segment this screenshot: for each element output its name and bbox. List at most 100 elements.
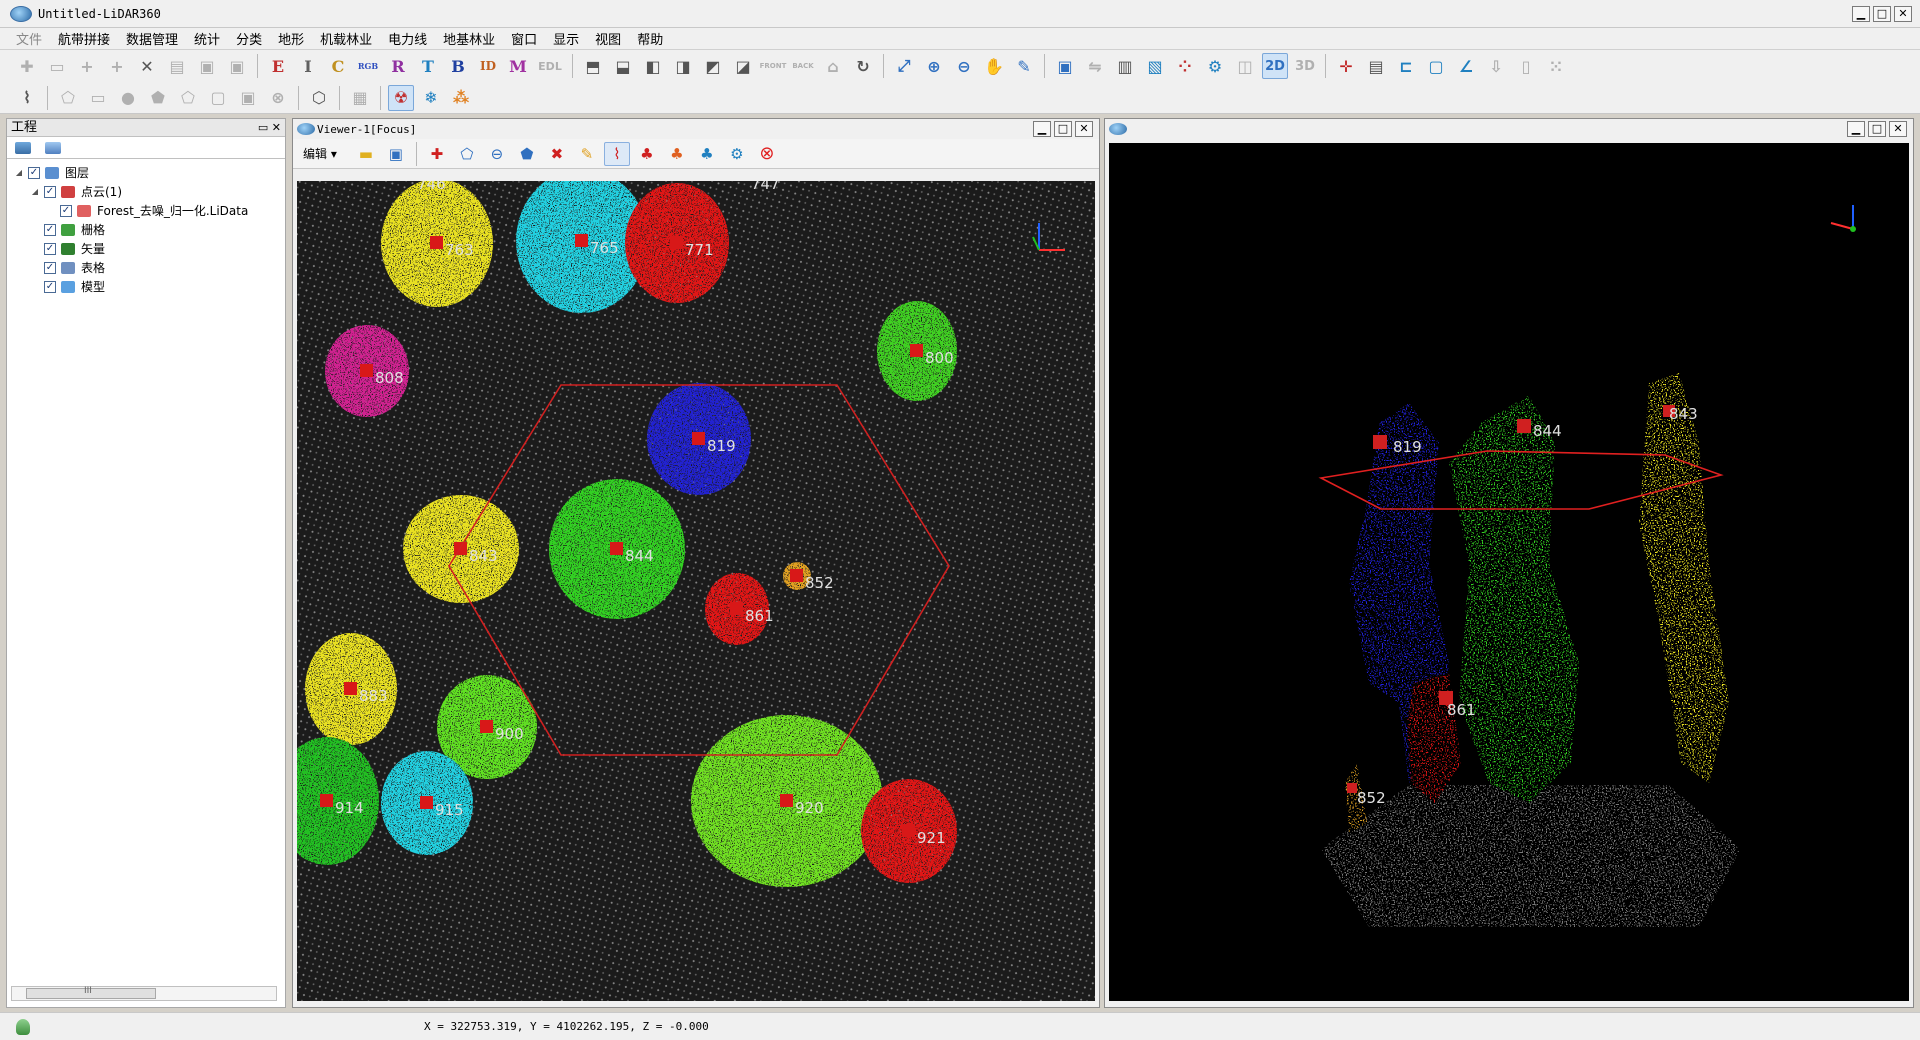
add-data-icon[interactable]: + [74,53,100,79]
export-image-icon[interactable]: ⇩ [1483,53,1509,79]
viewer-1-close-button[interactable]: ✕ [1075,121,1093,137]
brush-icon[interactable]: ✎ [574,142,600,166]
class-color-button[interactable]: C [325,53,351,79]
menu-item-5[interactable]: 地形 [270,29,312,48]
viewer-1-canvas[interactable]: 763 765 771 808 800 819 843 844 852 861 883 900 914 9… [297,181,1095,1001]
edit-menu-button[interactable]: 编辑 ▾ [303,145,337,162]
iso-view-icon[interactable]: ◩ [700,53,726,79]
crosshair-icon[interactable]: ✛ [1333,53,1359,79]
save-selection-icon[interactable]: ▣ [235,85,261,111]
id-color-button[interactable]: ID [475,53,501,79]
screen-icon[interactable]: ▥ [1112,53,1138,79]
export-icon[interactable]: ▤ [164,53,190,79]
bat-script-icon[interactable]: ▦ [347,85,373,111]
tree-seed-765[interactable] [575,234,588,247]
save-icon[interactable]: ▣ [194,53,220,79]
tree-edit-icon[interactable]: ♣ [664,142,690,166]
radiation-icon[interactable]: ☢ [388,84,414,111]
minimize-button[interactable]: ▁ [1852,6,1870,22]
ruler-icon[interactable]: ⊏ [1393,53,1419,79]
tree-seed-852[interactable] [790,569,803,582]
rect-select-icon[interactable]: ▭ [85,85,111,111]
tree-split-icon[interactable]: ♣ [694,142,720,166]
mode-3d-button[interactable]: 3D [1292,53,1318,79]
tree-expand-icon[interactable]: ◢ [29,187,41,196]
close-button[interactable]: ✕ [1894,6,1912,22]
tree-seed-915[interactable] [420,796,433,809]
scatter-points-icon[interactable]: ⁂ [448,85,474,111]
menu-item-0[interactable]: 文件 [8,29,50,48]
viewer-1-maximize-button[interactable]: □ [1054,121,1072,137]
polygon-edit-icon[interactable]: ⬠ [454,142,480,166]
rgb-color-button[interactable]: RGB [355,53,381,79]
maximize-button[interactable]: □ [1873,6,1891,22]
menu-item-2[interactable]: 数据管理 [118,29,186,48]
menu-item-11[interactable]: 视图 [587,29,629,48]
right-view-icon[interactable]: ◨ [670,53,696,79]
tree-seed-914[interactable] [320,794,333,807]
return-color-button[interactable]: R [385,53,411,79]
remove-polygon-icon[interactable]: ⊖ [484,142,510,166]
viewer-2-maximize-button[interactable]: □ [1868,121,1886,137]
tree-seed-900[interactable] [480,720,493,733]
tree-seed-920[interactable] [780,794,793,807]
clip-icon[interactable]: ⬟ [145,85,171,111]
tree-node-1[interactable]: ◢ ✓ 点云(1) [7,182,285,201]
menu-item-12[interactable]: 帮助 [629,29,671,48]
tree-node-0[interactable]: ◢ ✓ 图层 [7,163,285,182]
rotate-icon[interactable]: ↻ [850,53,876,79]
circle-select-icon[interactable]: ● [115,85,141,111]
viewer-1-minimize-button[interactable]: ▁ [1033,121,1051,137]
layers-tab-icon[interactable] [15,141,31,154]
tree-checkbox[interactable]: ✓ [44,261,56,274]
merge-polygon-icon[interactable]: ⬟ [514,142,540,166]
tree-node-4[interactable]: ✓ 矢量 [7,239,285,258]
angle-icon[interactable]: ∠ [1453,53,1479,79]
left-view-icon[interactable]: ◧ [640,53,666,79]
open-folder-icon[interactable]: ▭ [44,53,70,79]
tree-seed-771[interactable] [670,236,683,249]
display-settings-icon[interactable]: ▣ [1052,53,1078,79]
time-color-button[interactable]: T [415,53,441,79]
tree-node-3[interactable]: ✓ 栅格 [7,220,285,239]
bottom-view-icon[interactable]: ⬓ [610,53,636,79]
mode-2d-button[interactable]: 2D [1262,53,1288,79]
menu-item-8[interactable]: 地基林业 [435,29,503,48]
menu-item-6[interactable]: 机载林业 [312,29,380,48]
menu-item-7[interactable]: 电力线 [380,29,435,48]
menu-item-9[interactable]: 窗口 [503,29,545,48]
settings-gear-icon[interactable]: ⚙ [1202,53,1228,79]
tree-seed-808[interactable] [360,364,373,377]
top-view-icon[interactable]: ⬒ [580,53,606,79]
tree-add-icon[interactable]: ♣ [634,142,660,166]
menu-item-3[interactable]: 统计 [186,29,228,48]
workspace-tab-icon[interactable] [45,141,61,154]
frame-icon[interactable]: ▢ [1423,53,1449,79]
tree-seed-921[interactable] [902,824,915,837]
tree-settings-icon[interactable]: ⚙ [724,142,750,166]
tree-expand-icon[interactable]: ◢ [13,168,25,177]
split-view-icon[interactable]: ▧ [1142,53,1168,79]
back-view-button[interactable]: BACK [790,53,816,79]
tree-checkbox[interactable]: ✓ [28,166,40,179]
cancel-selection-icon[interactable]: ⊗ [265,85,291,111]
elevation-color-button[interactable]: E [265,53,291,79]
frame-select-icon[interactable]: ▢ [205,85,231,111]
viewer-1-pointcloud[interactable]: 763 765 771 808 800 819 843 844 852 861 883 900 914 9… [297,181,1095,1001]
building-view-icon[interactable]: ⌂ [820,53,846,79]
zoom-extent-icon[interactable]: ⤢ [891,53,917,79]
menu-item-10[interactable]: 显示 [545,29,587,48]
tree-node-5[interactable]: ✓ 表格 [7,258,285,277]
viewer-2-canvas[interactable]: 819 844 843 861 852 [1109,143,1909,1001]
star-select-icon[interactable]: ⬠ [175,85,201,111]
tree-node-2[interactable]: ✓ Forest_去噪_归一化.LiData [7,201,285,220]
menu-item-4[interactable]: 分类 [228,29,270,48]
save-icon[interactable]: ▣ [383,142,409,166]
tree-seed-819[interactable] [692,432,705,445]
mixed-color-button[interactable]: M [505,53,531,79]
snowflake-icon[interactable]: ❄ [418,85,444,111]
pan-hand-icon[interactable]: ✋ [981,53,1007,79]
snapshot-icon[interactable]: ◫ [1232,53,1258,79]
polygon-select-icon[interactable]: ⬠ [55,85,81,111]
remove-icon[interactable]: ✕ [134,53,160,79]
